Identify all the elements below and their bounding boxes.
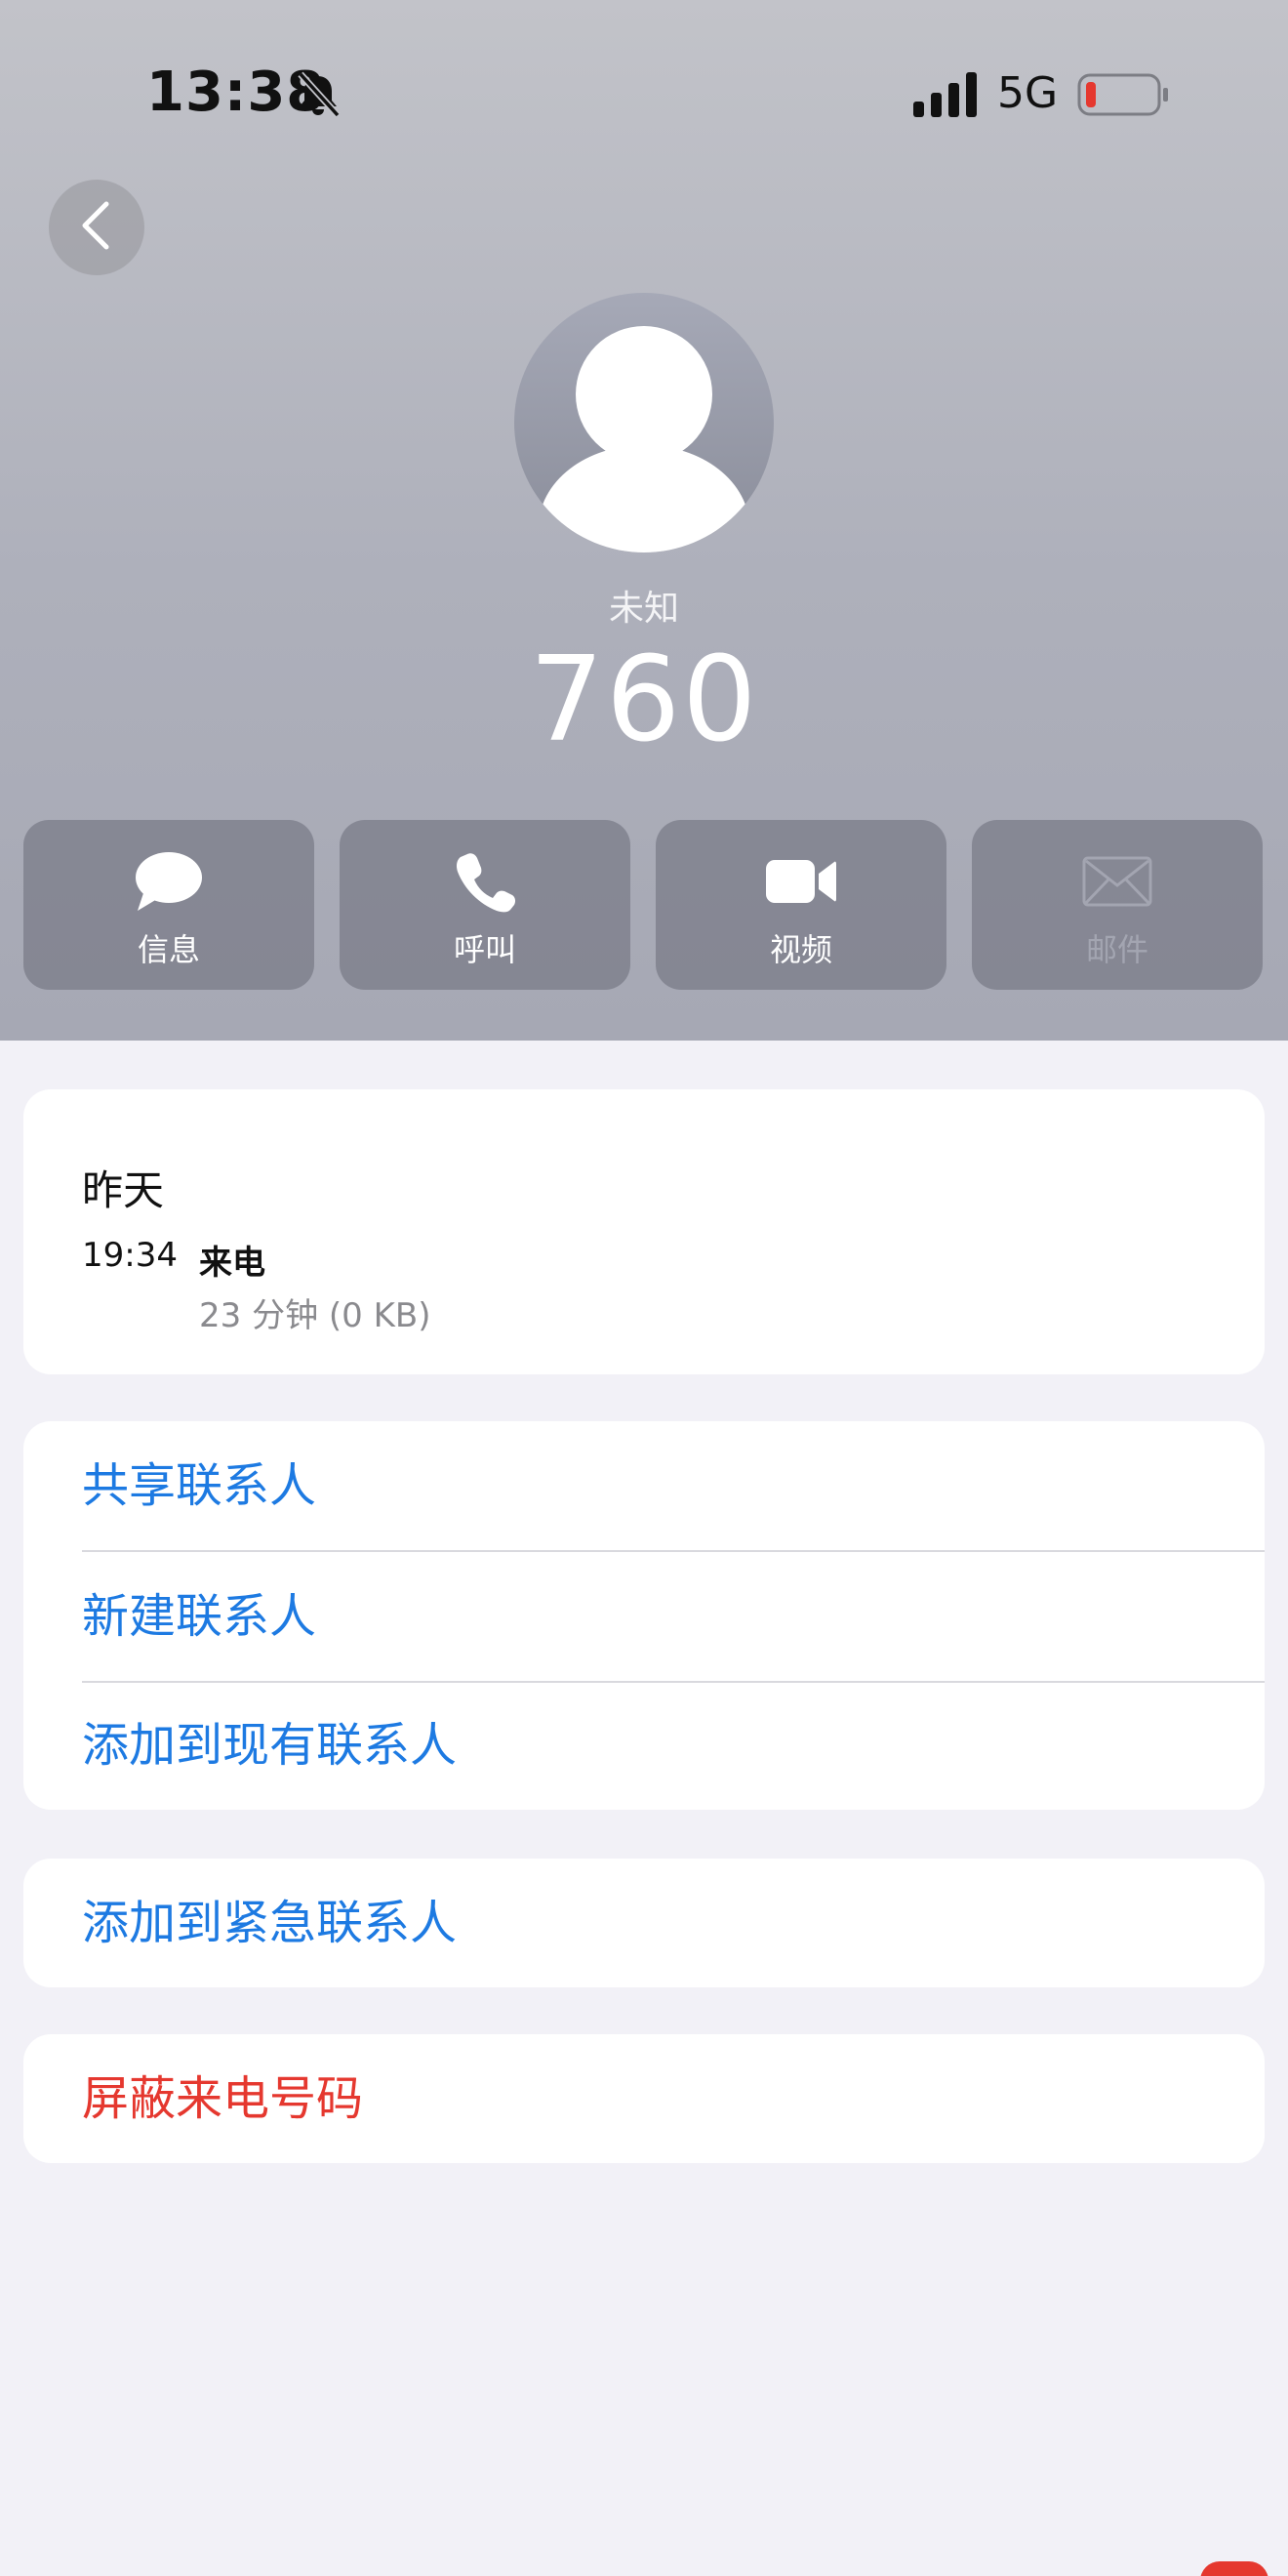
envelope-icon [972,847,1263,916]
avatar [514,293,774,552]
action-buttons: 信息 呼叫 视频 邮件 [23,820,1265,990]
video-button-label: 视频 [769,931,832,968]
back-button[interactable] [49,180,144,275]
call-button-label: 呼叫 [453,931,516,968]
call-button[interactable]: 呼叫 [340,820,630,990]
message-bubble-icon [23,847,314,916]
history-day: 昨天 [82,1166,165,1214]
battery-low-icon [1077,72,1171,117]
notification-badge [1200,2561,1268,2576]
add-to-existing-contact-item[interactable]: 添加到现有联系人 [82,1681,1265,1810]
video-button[interactable]: 视频 [656,820,946,990]
contact-detail-screen: 13:38 5G 未知 760 信息 呼叫 视频 邮件 昨天 19:34 来电 … [0,0,1288,2576]
contact-actions-card: 共享联系人 新建联系人 添加到现有联系人 [23,1421,1265,1810]
history-time: 19:34 [82,1236,178,1275]
contact-header: 13:38 5G 未知 760 信息 呼叫 视频 邮件 [0,0,1288,1041]
video-camera-icon [656,847,946,916]
chevron-left-icon [77,200,116,255]
share-contact-item[interactable]: 共享联系人 [82,1421,1265,1550]
mail-button[interactable]: 邮件 [972,820,1263,990]
network-label: 5G [997,68,1059,118]
new-contact-item[interactable]: 新建联系人 [82,1552,1265,1681]
history-type: 来电 [199,1244,265,1283]
contact-label: 未知 [608,589,679,629]
bell-slash-icon [295,70,342,119]
contact-number: 760 [529,633,759,768]
emergency-contact-card: 添加到紧急联系人 [23,1859,1265,1987]
message-button[interactable]: 信息 [23,820,314,990]
block-caller-card: 屏蔽来电号码 [23,2034,1265,2163]
cellular-signal-icon [913,72,978,117]
add-to-emergency-contacts-item[interactable]: 添加到紧急联系人 [82,1859,1265,1987]
phone-icon [340,847,630,916]
mail-button-label: 邮件 [1085,931,1148,968]
message-button-label: 信息 [137,931,200,968]
history-duration: 23 分钟 (0 KB) [199,1296,431,1335]
block-caller-item[interactable]: 屏蔽来电号码 [82,2034,1265,2163]
status-bar: 13:38 5G [0,0,1288,195]
call-history-card: 昨天 19:34 来电 23 分钟 (0 KB) [23,1089,1265,1374]
person-placeholder-icon [514,326,774,552]
